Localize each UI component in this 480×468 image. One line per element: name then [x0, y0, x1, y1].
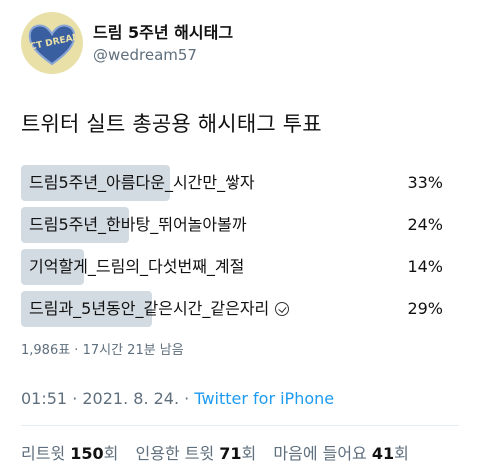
quote-stat[interactable]: 인용한 트윗 71회 [136, 444, 257, 463]
retweet-count: 150 [70, 444, 104, 463]
timestamp-time: 01:51 · 2021. 8. 24. · [21, 389, 195, 408]
poll-meta: 1,986표 · 17시간 21분 남음 [21, 343, 184, 358]
display-name[interactable]: 드림 5주년 해시태그 [93, 23, 233, 43]
poll-option-label: 드림5주년_한바탕_뛰어놀아볼까 [29, 215, 247, 234]
poll-option-label-text: 드림과_5년동안_같은시간_같은자리 [29, 299, 270, 318]
poll-option-label: 기억할게_드림의_다섯번째_계절 [29, 257, 245, 276]
retweet-stat[interactable]: 리트윗 150회 [21, 444, 118, 463]
source-link[interactable]: Twitter for iPhone [194, 389, 334, 408]
handle[interactable]: @wedream57 [93, 44, 233, 66]
poll-option: 드림5주년_아름다운_시간만_쌓자 33% [21, 165, 451, 201]
divider [21, 425, 459, 426]
poll-option-percent: 33% [407, 173, 443, 192]
tweet-stats: 리트윗 150회 인용한 트윗 71회 마음에 들어요 41회 [21, 440, 421, 464]
poll-option-percent: 29% [407, 299, 443, 318]
timestamp: 01:51 · 2021. 8. 24. · Twitter for iPhon… [21, 389, 334, 408]
check-circle-icon [275, 302, 290, 316]
tweet-text: 트위터 실트 총공용 해시태그 투표 [21, 112, 322, 136]
poll-option: 기억할게_드림의_다섯번째_계절 14% [21, 249, 451, 285]
poll-option-label: 드림5주년_아름다운_시간만_쌓자 [29, 173, 255, 192]
quote-count: 71 [219, 444, 242, 463]
poll-option-label: 드림과_5년동안_같은시간_같은자리 [29, 291, 290, 327]
avatar[interactable]: NCT DREAM [21, 12, 83, 74]
like-stat[interactable]: 마음에 들어요 41회 [273, 444, 409, 463]
poll: 드림5주년_아름다운_시간만_쌓자 33% 드림5주년_한바탕_뛰어놀아볼까 2… [21, 165, 451, 333]
heart-logo-icon: NCT DREAM [22, 24, 82, 66]
like-count: 41 [371, 444, 395, 463]
poll-option-percent: 24% [407, 215, 443, 234]
poll-option: 드림과_5년동안_같은시간_같은자리 29% [21, 291, 451, 327]
poll-option: 드림5주년_한바탕_뛰어놀아볼까 24% [21, 207, 451, 243]
poll-option-percent: 14% [407, 257, 443, 276]
tweet-header: NCT DREAM 드림 5주년 해시태그 @wedream57 [21, 12, 461, 76]
